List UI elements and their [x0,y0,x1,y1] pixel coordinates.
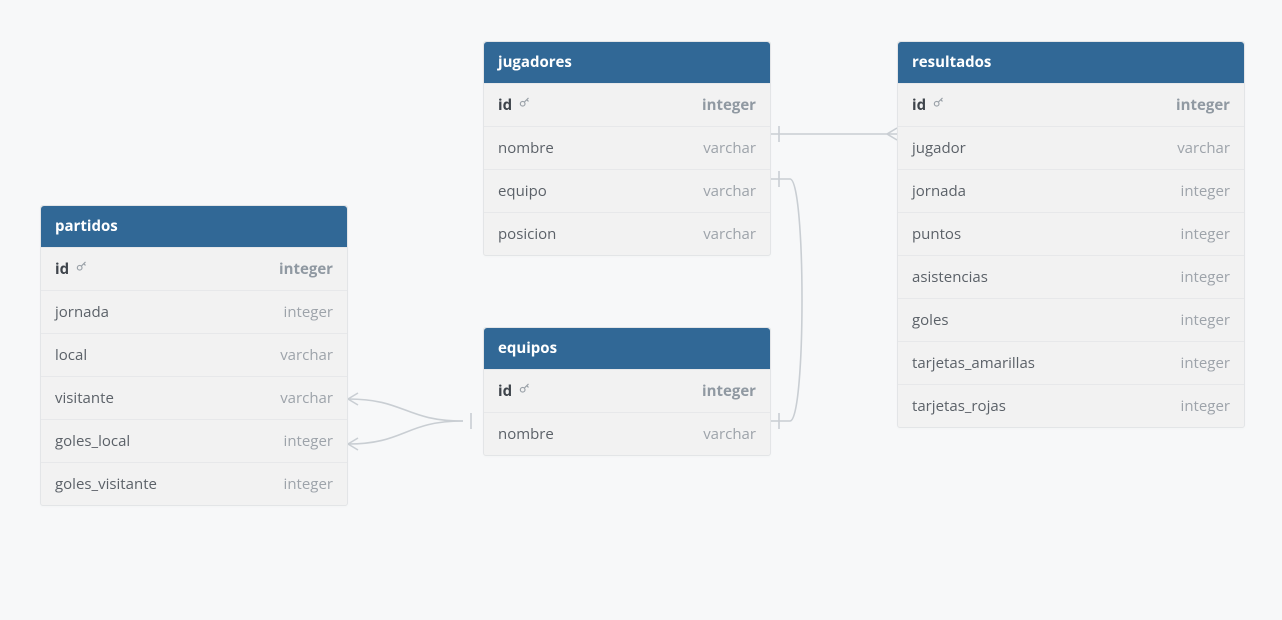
col-name: tarjetas_rojas [912,396,1006,416]
col-type: integer [284,431,333,451]
table-row: tarjetas_rojas integer [898,384,1244,427]
table-header: equipos [484,328,770,369]
table-partidos: partidos id integer jornada integer loca… [40,205,348,506]
col-name: id [498,95,512,115]
table-row: nombre varchar [484,126,770,169]
table-row: id integer [41,247,347,290]
col-name: asistencias [912,267,988,287]
table-row: equipo varchar [484,169,770,212]
col-type: integer [1176,95,1230,115]
col-name: id [498,381,512,401]
key-icon [932,94,946,114]
col-type: integer [1181,310,1230,330]
col-type: integer [284,474,333,494]
table-resultados: resultados id integer jugador varchar jo… [897,41,1245,428]
col-name: local [55,345,87,365]
table-row: id integer [484,83,770,126]
col-type: integer [1181,224,1230,244]
col-type: varchar [280,388,333,408]
col-name: id [55,259,69,279]
table-row: jornada integer [898,169,1244,212]
table-row: goles integer [898,298,1244,341]
table-row: posicion varchar [484,212,770,255]
table-header: jugadores [484,42,770,83]
col-name: nombre [498,424,554,444]
table-row: local varchar [41,333,347,376]
col-type: integer [702,381,756,401]
col-name: jornada [55,302,109,322]
table-row: visitante varchar [41,376,347,419]
table-row: puntos integer [898,212,1244,255]
table-header: partidos [41,206,347,247]
col-type: integer [284,302,333,322]
col-name: goles_visitante [55,474,157,494]
col-type: varchar [280,345,333,365]
col-type: integer [1181,353,1230,373]
key-icon [518,380,532,400]
col-name: id [912,95,926,115]
table-row: id integer [898,83,1244,126]
col-name: puntos [912,224,961,244]
col-name: nombre [498,138,554,158]
col-name: jugador [912,138,966,158]
col-type: varchar [703,224,756,244]
col-type: varchar [1177,138,1230,158]
col-type: integer [1181,267,1230,287]
table-header: resultados [898,42,1244,83]
col-name: visitante [55,388,114,408]
col-type: integer [1181,396,1230,416]
col-name: equipo [498,181,547,201]
col-type: varchar [703,424,756,444]
col-name: jornada [912,181,966,201]
table-jugadores: jugadores id integer nombre varchar equi… [483,41,771,256]
col-type: varchar [703,138,756,158]
table-row: goles_visitante integer [41,462,347,505]
table-row: jornada integer [41,290,347,333]
col-name: posicion [498,224,556,244]
table-equipos: equipos id integer nombre varchar [483,327,771,456]
col-type: varchar [703,181,756,201]
col-name: tarjetas_amarillas [912,353,1035,373]
col-type: integer [279,259,333,279]
table-row: goles_local integer [41,419,347,462]
col-type: integer [1181,181,1230,201]
col-name: goles [912,310,949,330]
col-type: integer [702,95,756,115]
col-name: goles_local [55,431,130,451]
table-row: id integer [484,369,770,412]
table-row: asistencias integer [898,255,1244,298]
table-row: jugador varchar [898,126,1244,169]
table-row: tarjetas_amarillas integer [898,341,1244,384]
key-icon [75,258,89,278]
table-row: nombre varchar [484,412,770,455]
key-icon [518,94,532,114]
